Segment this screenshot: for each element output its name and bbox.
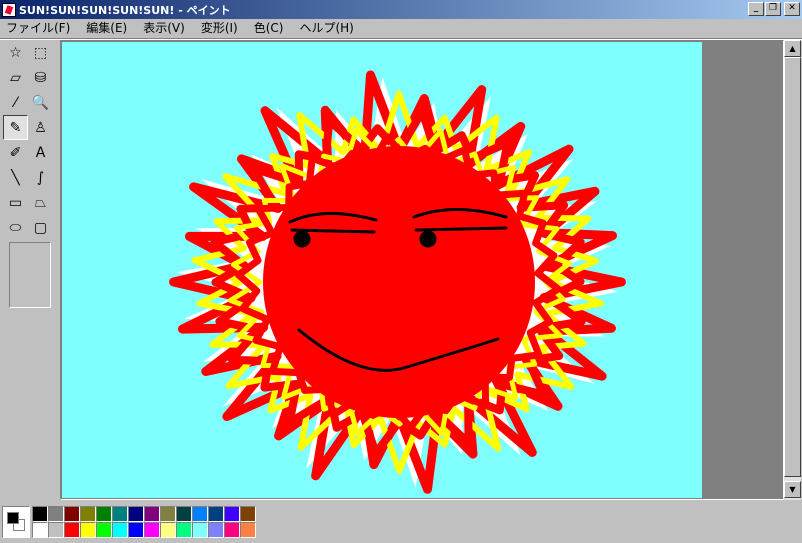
- foreground-color[interactable]: [7, 512, 19, 524]
- palette-swatch[interactable]: [48, 506, 64, 522]
- sun-body: [263, 146, 535, 418]
- menu-colors[interactable]: 色(C): [246, 19, 292, 38]
- palette-swatch[interactable]: [160, 522, 176, 538]
- menu-image[interactable]: 変形(I): [193, 19, 246, 38]
- free-select-icon: ☆: [9, 44, 22, 61]
- magnifier-icon: 🔍: [31, 94, 50, 111]
- window-title: SUN!SUN!SUN!SUN!SUN! - ペイント: [19, 3, 231, 17]
- palette-swatch[interactable]: [96, 522, 112, 538]
- palette-swatch[interactable]: [64, 506, 80, 522]
- palette-swatch[interactable]: [144, 506, 160, 522]
- palette-swatch[interactable]: [224, 506, 240, 522]
- close-button[interactable]: ✕: [784, 2, 800, 16]
- tool-options-box[interactable]: [9, 242, 51, 308]
- fill-bucket-icon: ⛁: [34, 69, 47, 86]
- rectangle-icon: ▭: [8, 194, 23, 211]
- scroll-down-button[interactable]: ▼: [784, 481, 801, 498]
- title-bar: SUN!SUN!SUN!SUN!SUN! - ペイント _ ❐ ✕: [0, 0, 802, 19]
- color-picker-icon: ⁄: [14, 94, 17, 111]
- tool-rectangle[interactable]: ▭: [3, 190, 28, 215]
- right-eye-line: [414, 226, 508, 232]
- tool-rounded-rect[interactable]: ▢: [28, 215, 53, 240]
- menu-help[interactable]: ヘルプ(H): [291, 19, 361, 38]
- palette-swatch[interactable]: [128, 522, 144, 538]
- line-icon: ╲: [11, 169, 20, 186]
- tool-curve[interactable]: ∫: [28, 165, 53, 190]
- menu-file[interactable]: ファイル(F): [0, 19, 78, 38]
- palette-swatch[interactable]: [80, 506, 96, 522]
- menu-edit[interactable]: 編集(E): [78, 19, 135, 38]
- tool-rect-select[interactable]: ⬚: [28, 40, 53, 65]
- current-colors[interactable]: [2, 506, 30, 538]
- vertical-scrollbar[interactable]: ▲ ▼: [784, 40, 801, 500]
- palette-swatch[interactable]: [240, 506, 256, 522]
- restore-button[interactable]: ❐: [765, 2, 781, 16]
- tool-ellipse[interactable]: ⬭: [3, 215, 28, 240]
- paint-app-icon[interactable]: [2, 2, 16, 17]
- palette-swatch[interactable]: [112, 522, 128, 538]
- ellipse-icon: ⬭: [9, 219, 22, 236]
- palette-swatch[interactable]: [32, 522, 48, 538]
- airbrush-icon: ✐: [9, 144, 22, 161]
- palette-swatch[interactable]: [144, 522, 160, 538]
- pencil-icon: ✎: [9, 119, 22, 136]
- palette-swatch[interactable]: [176, 522, 192, 538]
- curve-icon: ∫: [36, 169, 45, 186]
- text-icon: A: [35, 144, 46, 161]
- palette-swatch[interactable]: [240, 522, 256, 538]
- right-eye: [419, 230, 437, 248]
- palette-swatch[interactable]: [224, 522, 240, 538]
- tool-color-picker[interactable]: ⁄: [3, 90, 28, 115]
- tool-fill-bucket[interactable]: ⛁: [28, 65, 53, 90]
- palette-swatch[interactable]: [176, 506, 192, 522]
- tool-polygon[interactable]: ⏢: [28, 190, 53, 215]
- palette-swatch[interactable]: [192, 522, 208, 538]
- palette-swatch[interactable]: [64, 522, 80, 538]
- eraser-icon: ▱: [10, 69, 21, 86]
- palette-swatch[interactable]: [208, 506, 224, 522]
- rounded-rect-icon: ▢: [33, 219, 48, 236]
- tool-free-select[interactable]: ☆: [3, 40, 28, 65]
- tool-airbrush[interactable]: ✐: [3, 140, 28, 165]
- tool-brush[interactable]: ♙: [28, 115, 53, 140]
- minimize-button[interactable]: _: [748, 2, 764, 16]
- tool-eraser[interactable]: ▱: [3, 65, 28, 90]
- drawing-canvas[interactable]: [62, 42, 702, 498]
- palette-swatch[interactable]: [96, 506, 112, 522]
- rect-select-icon: ⬚: [33, 44, 48, 61]
- tool-text[interactable]: A: [28, 140, 53, 165]
- scroll-thumb[interactable]: [784, 57, 801, 477]
- palette-swatch[interactable]: [48, 522, 64, 538]
- toolbox: ☆ ⬚ ▱ ⛁ ⁄ 🔍 ✎ ♙ ✐ A ╲ ∫ ▭ ⏢ ⬭ ▢: [2, 40, 56, 500]
- scroll-up-button[interactable]: ▲: [784, 40, 801, 57]
- tool-pencil[interactable]: ✎: [3, 115, 28, 140]
- palette-swatch[interactable]: [32, 506, 48, 522]
- polygon-icon: ⏢: [34, 194, 47, 211]
- canvas-area: [60, 40, 784, 500]
- menu-bar: ファイル(F) 編集(E) 表示(V) 変形(I) 色(C) ヘルプ(H): [0, 19, 802, 38]
- palette-swatch[interactable]: [128, 506, 144, 522]
- tool-magnifier[interactable]: 🔍: [28, 90, 53, 115]
- palette-swatch[interactable]: [112, 506, 128, 522]
- window-controls: _ ❐ ✕: [747, 2, 800, 16]
- left-eye: [293, 230, 311, 248]
- palette-swatch[interactable]: [192, 506, 208, 522]
- palette-swatch[interactable]: [208, 522, 224, 538]
- brush-icon: ♙: [34, 119, 47, 136]
- tool-line[interactable]: ╲: [3, 165, 28, 190]
- palette-swatch[interactable]: [80, 522, 96, 538]
- menu-view[interactable]: 表示(V): [135, 19, 193, 38]
- color-palette: [0, 502, 802, 543]
- palette-swatch[interactable]: [160, 506, 176, 522]
